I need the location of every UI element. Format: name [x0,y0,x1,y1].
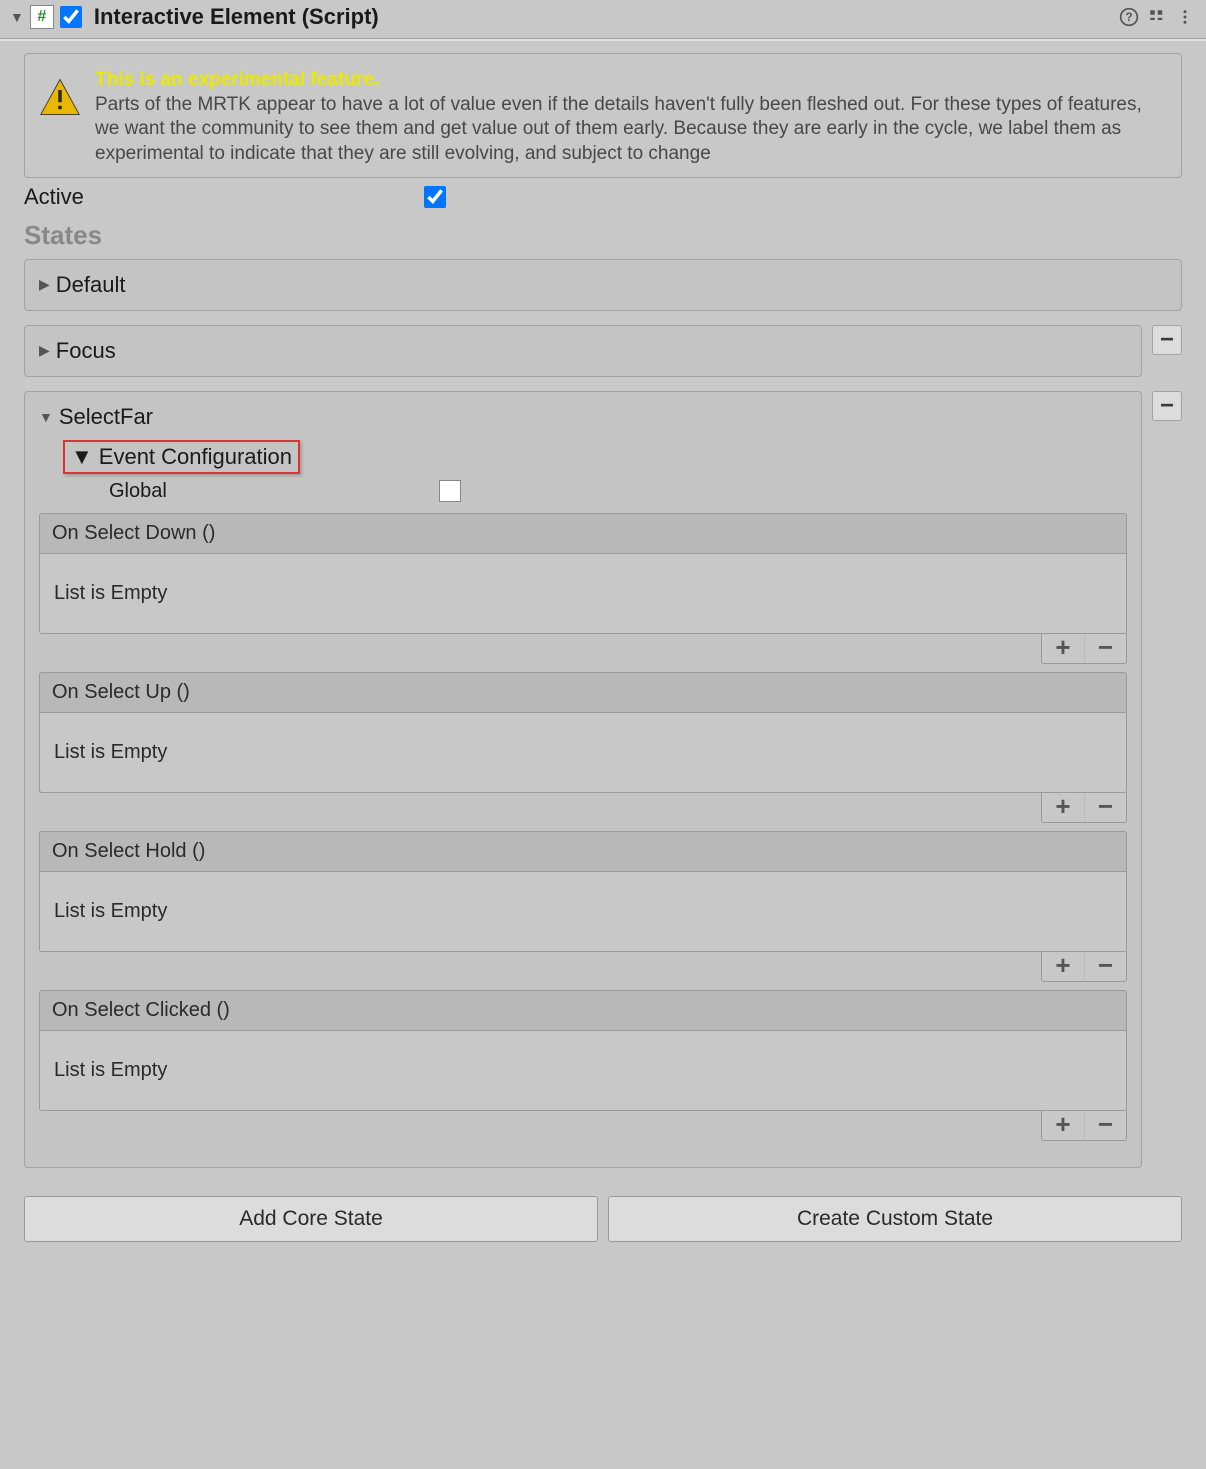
event-header: On Select Down () [39,513,1127,554]
active-row: Active [24,184,1182,210]
remove-state-button[interactable]: − [1152,391,1182,421]
remove-listener-button[interactable]: − [1084,633,1126,663]
warning-text: This is an experimental feature. Parts o… [95,68,1167,167]
event-configuration-label: Event Configuration [99,444,292,470]
kebab-menu-icon[interactable] [1174,6,1196,28]
component-enabled-checkbox[interactable] [60,6,82,28]
unity-event-on-select-up: On Select Up () List is Empty + − [39,672,1127,823]
experimental-warning: This is an experimental feature. Parts o… [24,53,1182,178]
state-label: Focus [56,338,116,364]
collapse-caret-icon[interactable]: ▼ [10,9,24,25]
global-row: Global [109,480,1127,503]
unity-event-on-select-down: On Select Down () List is Empty + − [39,513,1127,664]
state-default-foldout[interactable]: ▶ Default [39,272,1167,298]
state-label: SelectFar [59,404,153,430]
active-label: Active [24,184,424,210]
add-listener-button[interactable]: + [1042,951,1084,981]
preset-icon[interactable] [1146,6,1168,28]
remove-listener-button[interactable]: − [1084,951,1126,981]
event-header: On Select Clicked () [39,990,1127,1031]
event-empty-text: List is Empty [39,554,1127,634]
active-checkbox[interactable] [424,186,446,208]
state-selectfar: ▼ SelectFar ▼ Event Configuration Global… [24,391,1142,1168]
create-custom-state-button[interactable]: Create Custom State [608,1196,1182,1242]
event-configuration-foldout[interactable]: ▼ Event Configuration [63,440,300,474]
states-heading: States [24,220,1182,251]
script-icon: # [30,5,54,29]
add-listener-button[interactable]: + [1042,792,1084,822]
add-listener-button[interactable]: + [1042,633,1084,663]
chevron-right-icon: ▶ [39,276,50,293]
global-checkbox[interactable] [439,480,461,502]
state-focus: ▶ Focus [24,325,1142,377]
help-icon[interactable]: ? [1118,6,1140,28]
event-empty-text: List is Empty [39,713,1127,793]
unity-event-on-select-clicked: On Select Clicked () List is Empty + − [39,990,1127,1141]
warning-body: Parts of the MRTK appear to have a lot o… [95,94,1142,164]
svg-text:?: ? [1125,11,1132,24]
event-header: On Select Hold () [39,831,1127,872]
remove-state-button[interactable]: − [1152,325,1182,355]
chevron-down-icon: ▼ [71,444,93,470]
event-header: On Select Up () [39,672,1127,713]
state-label: Default [56,272,126,298]
unity-event-on-select-hold: On Select Hold () List is Empty + − [39,831,1127,982]
remove-listener-button[interactable]: − [1084,792,1126,822]
state-default: ▶ Default [24,259,1182,311]
component-header: ▼ # Interactive Element (Script) ? [0,0,1206,39]
event-empty-text: List is Empty [39,1031,1127,1111]
add-core-state-button[interactable]: Add Core State [24,1196,598,1242]
state-focus-foldout[interactable]: ▶ Focus [39,338,1127,364]
chevron-right-icon: ▶ [39,342,50,359]
component-title: Interactive Element (Script) [94,4,379,30]
warning-icon [39,68,81,167]
state-selectfar-foldout[interactable]: ▼ SelectFar [39,404,1127,430]
warning-headline: This is an experimental feature. [95,69,379,90]
chevron-down-icon: ▼ [39,409,53,425]
global-label: Global [109,480,439,503]
event-empty-text: List is Empty [39,872,1127,952]
remove-listener-button[interactable]: − [1084,1110,1126,1140]
add-listener-button[interactable]: + [1042,1110,1084,1140]
